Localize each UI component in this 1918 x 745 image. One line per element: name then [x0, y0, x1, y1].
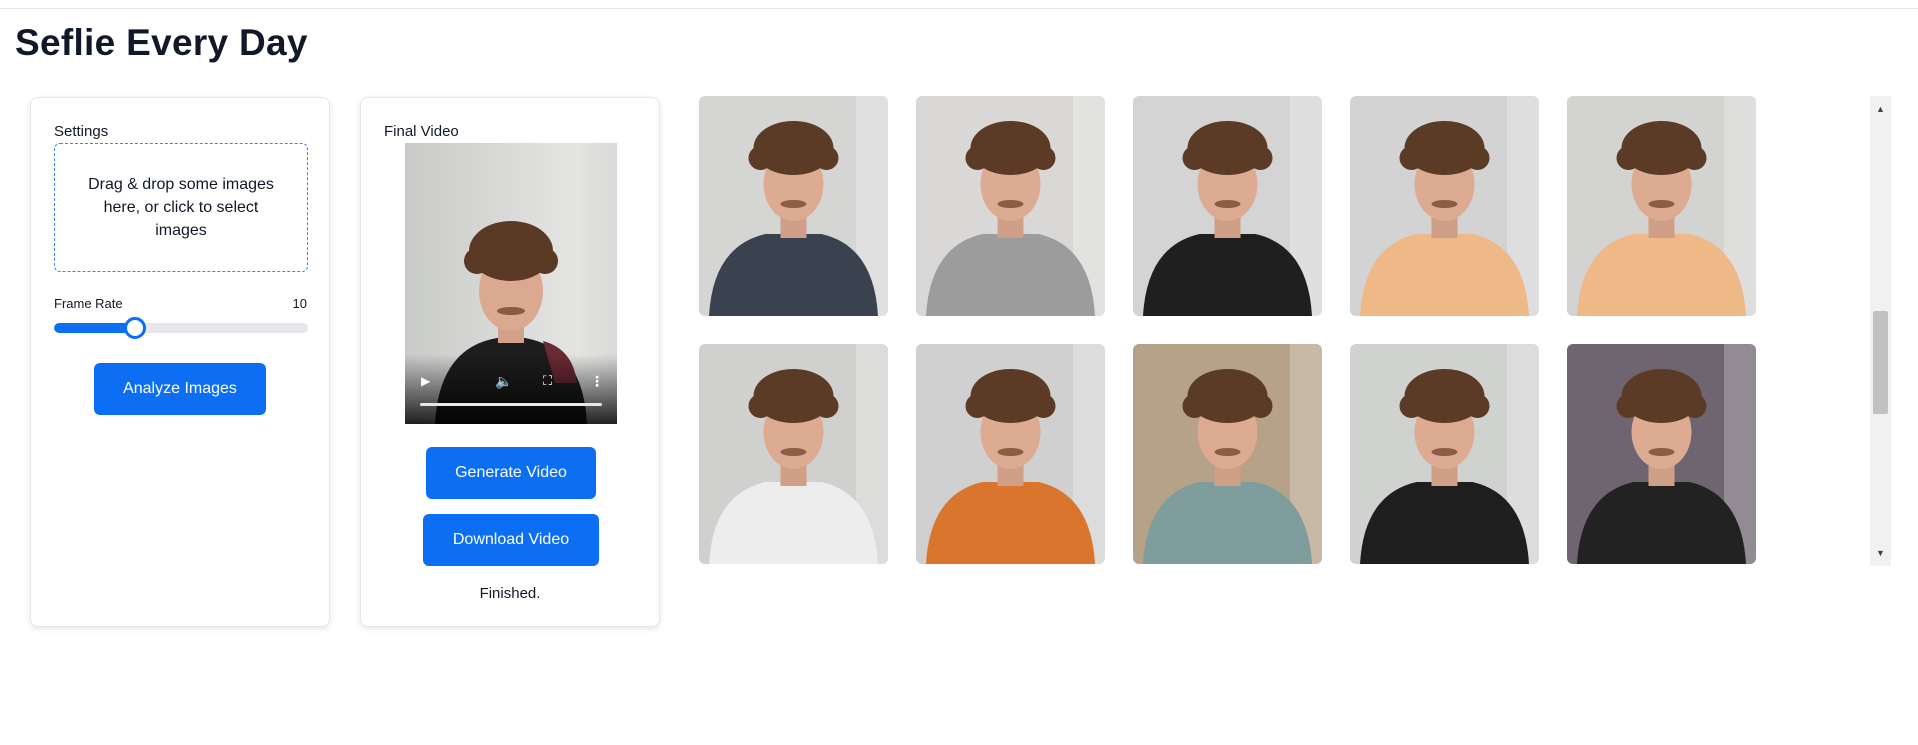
generate-video-button[interactable]: Generate Video: [426, 447, 596, 499]
image-dropzone[interactable]: Drag & drop some images here, or click t…: [54, 143, 308, 272]
dropzone-text: Drag & drop some images here, or click t…: [88, 176, 274, 239]
selfie-photo: [1350, 344, 1539, 564]
slider-track: [54, 323, 308, 333]
volume-muted-icon[interactable]: 🔈: [495, 373, 512, 390]
selfie-photo: [1567, 96, 1756, 316]
status-text: Finished.: [479, 585, 541, 602]
gallery-image[interactable]: [699, 96, 888, 316]
frame-rate-slider[interactable]: [54, 317, 308, 339]
gallery-image[interactable]: [916, 96, 1105, 316]
slider-thumb[interactable]: [124, 317, 147, 339]
selfie-photo: [1567, 344, 1756, 564]
gallery-scrollbar[interactable]: ▲ ▼: [1870, 96, 1891, 566]
selfie-photo: [1133, 96, 1322, 316]
download-video-button[interactable]: Download Video: [423, 514, 599, 566]
gallery-image[interactable]: [916, 344, 1105, 564]
gallery-image[interactable]: [699, 344, 888, 564]
selfie-photo: [1133, 344, 1322, 564]
gallery-image[interactable]: [1567, 96, 1756, 316]
more-vert-icon[interactable]: ⋮: [590, 373, 604, 390]
analyze-images-button[interactable]: Analyze Images: [94, 363, 266, 415]
scroll-down-arrow-icon[interactable]: ▼: [1870, 544, 1891, 562]
frame-rate-label: Frame Rate: [54, 296, 123, 311]
gallery-image[interactable]: [1350, 96, 1539, 316]
settings-panel: Settings Drag & drop some images here, o…: [30, 97, 330, 627]
selfie-photo: [916, 344, 1105, 564]
top-divider: [0, 8, 1918, 9]
final-video-panel: Final Video ▶ 🔈 ⛶ ⋮ Generate Video Downl…: [360, 97, 660, 627]
selfie-photo: [699, 96, 888, 316]
slider-fill: [54, 323, 136, 333]
fullscreen-icon[interactable]: ⛶: [543, 373, 552, 389]
play-icon[interactable]: ▶: [421, 374, 430, 388]
video-player[interactable]: ▶ 🔈 ⛶ ⋮: [405, 143, 617, 424]
gallery-image[interactable]: [1350, 344, 1539, 564]
selfie-photo: [1350, 96, 1539, 316]
scroll-up-arrow-icon[interactable]: ▲: [1870, 100, 1891, 118]
gallery-image[interactable]: [1133, 96, 1322, 316]
frame-rate-value: 10: [292, 296, 307, 311]
selfie-photo: [699, 344, 888, 564]
final-video-label: Final Video: [384, 123, 459, 140]
settings-label: Settings: [54, 123, 109, 140]
gallery-image[interactable]: [1567, 344, 1756, 564]
selfie-photo: [916, 96, 1105, 316]
gallery-image[interactable]: [1133, 344, 1322, 564]
page-title: Seflie Every Day: [15, 22, 308, 63]
scrollbar-thumb[interactable]: [1873, 311, 1888, 414]
video-progress-bar[interactable]: [420, 403, 602, 406]
video-controls: ▶ 🔈 ⛶ ⋮: [405, 354, 617, 424]
